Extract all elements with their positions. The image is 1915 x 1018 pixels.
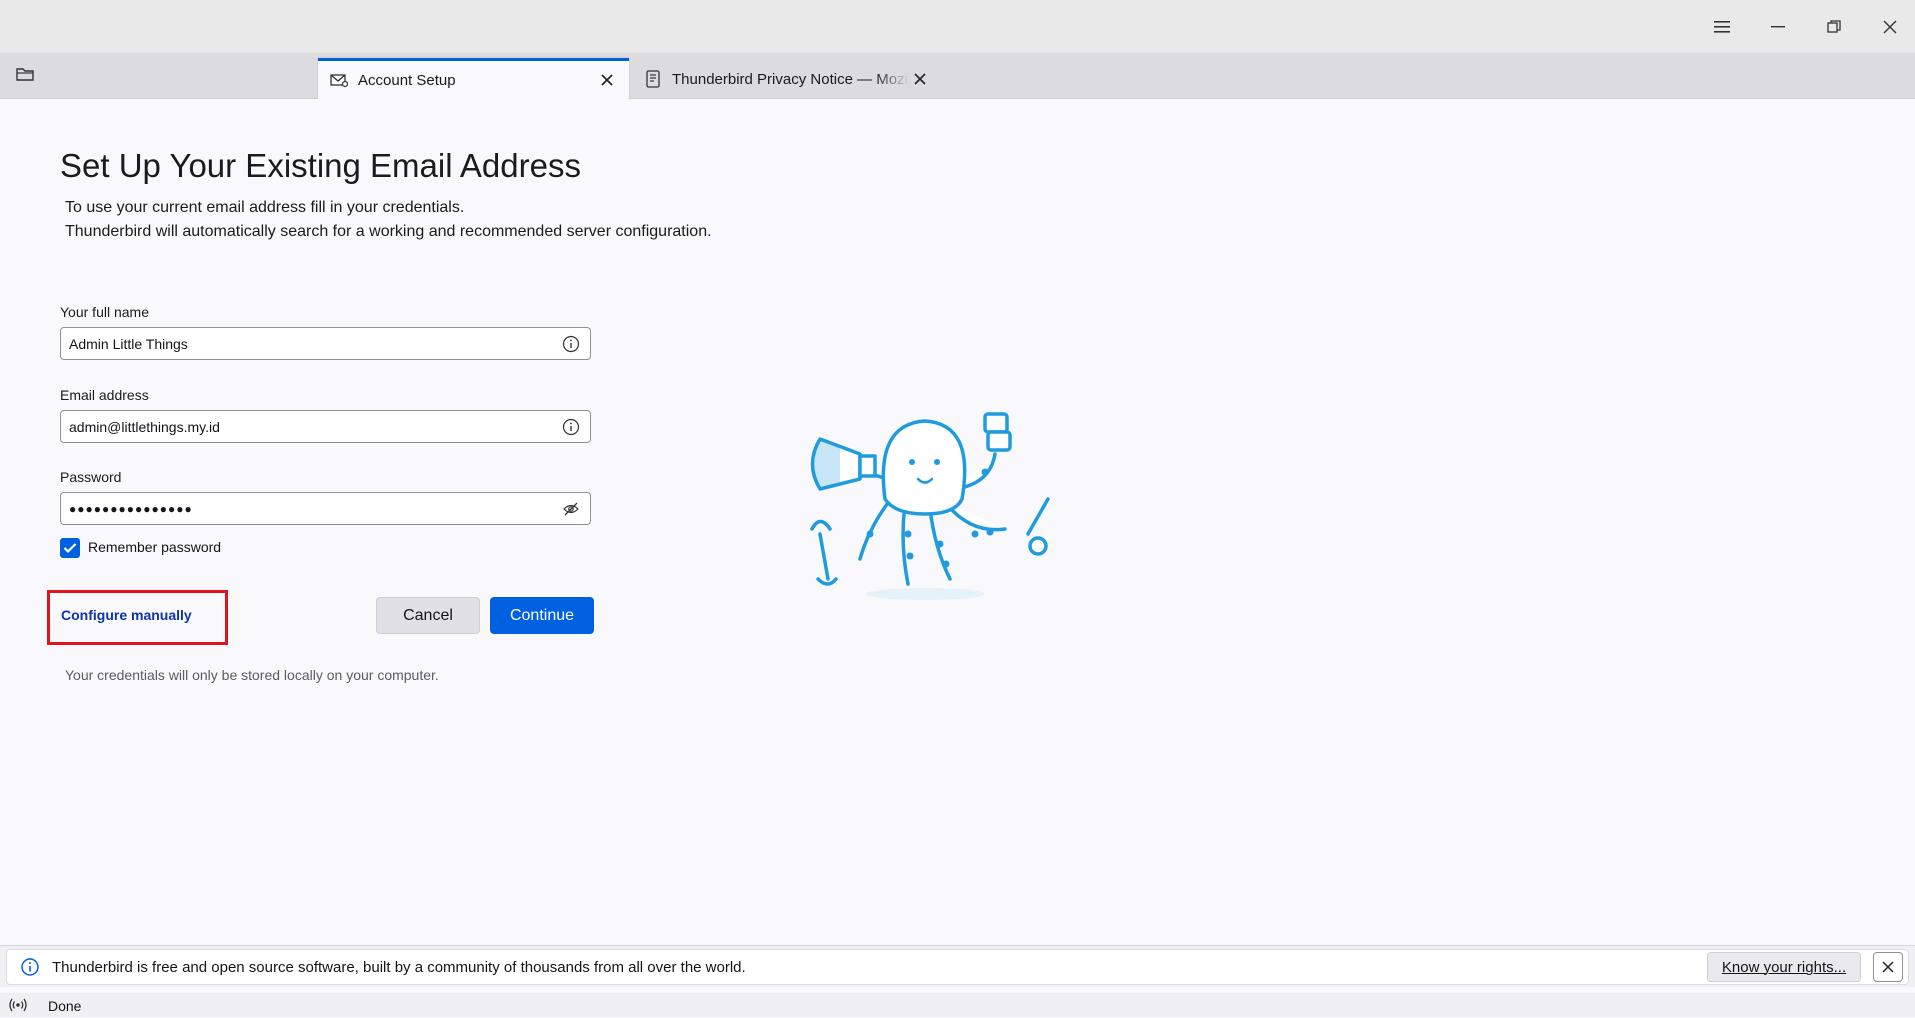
description-line-1: To use your current email address fill i… — [65, 199, 465, 216]
credentials-note: Your credentials will only be stored loc… — [65, 667, 439, 683]
description-line-2: Thunderbird will automatically search fo… — [65, 223, 712, 240]
email-label: Email address — [60, 387, 149, 403]
full-name-label: Your full name — [60, 304, 149, 320]
info-icon[interactable] — [560, 333, 582, 355]
email-input[interactable] — [69, 418, 560, 435]
account-setup-page: Set Up Your Existing Email Address To us… — [0, 99, 1915, 945]
title-bar — [0, 0, 1915, 53]
minimize-icon[interactable] — [1750, 0, 1806, 53]
full-name-field[interactable] — [60, 327, 591, 360]
page-title: Set Up Your Existing Email Address — [60, 147, 581, 184]
octopus-illustration — [810, 412, 1050, 600]
status-bar — [0, 993, 1915, 1017]
tab-close-icon[interactable] — [910, 69, 930, 89]
password-field[interactable] — [60, 492, 591, 525]
restore-icon[interactable] — [1806, 0, 1862, 53]
notification-close-button[interactable] — [1873, 952, 1903, 982]
status-text: Done — [48, 998, 82, 1014]
continue-button[interactable]: Continue — [490, 597, 594, 634]
tab-strip: Account Setup Thunderbird Privacy Notice… — [0, 53, 1915, 99]
close-icon[interactable] — [1862, 0, 1915, 53]
close-icon — [1882, 961, 1894, 973]
tab-label: Thunderbird Privacy Notice — Mozi — [672, 70, 908, 88]
hide-password-icon[interactable] — [560, 498, 582, 520]
configure-manually-link[interactable]: Configure manually — [61, 607, 192, 623]
info-icon[interactable] — [560, 416, 582, 438]
info-icon — [20, 957, 40, 977]
password-input[interactable] — [69, 501, 560, 516]
tab-close-icon[interactable] — [597, 70, 617, 90]
tab-account-setup[interactable]: Account Setup — [318, 58, 629, 99]
email-field[interactable] — [60, 410, 591, 443]
online-status-icon[interactable] — [8, 997, 28, 1013]
tab-label: Account Setup — [358, 71, 456, 89]
menu-icon[interactable] — [1694, 0, 1750, 53]
document-icon — [644, 70, 662, 88]
remember-password-checkbox[interactable] — [60, 538, 80, 558]
notification-text: Thunderbird is free and open source soft… — [52, 959, 746, 976]
full-name-input[interactable] — [69, 335, 560, 352]
password-label: Password — [60, 469, 122, 485]
mail-setup-icon — [330, 71, 348, 89]
remember-password-label[interactable]: Remember password — [88, 539, 221, 555]
folder-tab[interactable] — [0, 53, 318, 99]
tab-privacy-notice[interactable]: Thunderbird Privacy Notice — Mozi — [632, 59, 942, 99]
folder-icon — [16, 66, 34, 87]
cancel-button[interactable]: Cancel — [376, 597, 480, 634]
know-your-rights-button[interactable]: Know your rights... — [1707, 952, 1861, 982]
